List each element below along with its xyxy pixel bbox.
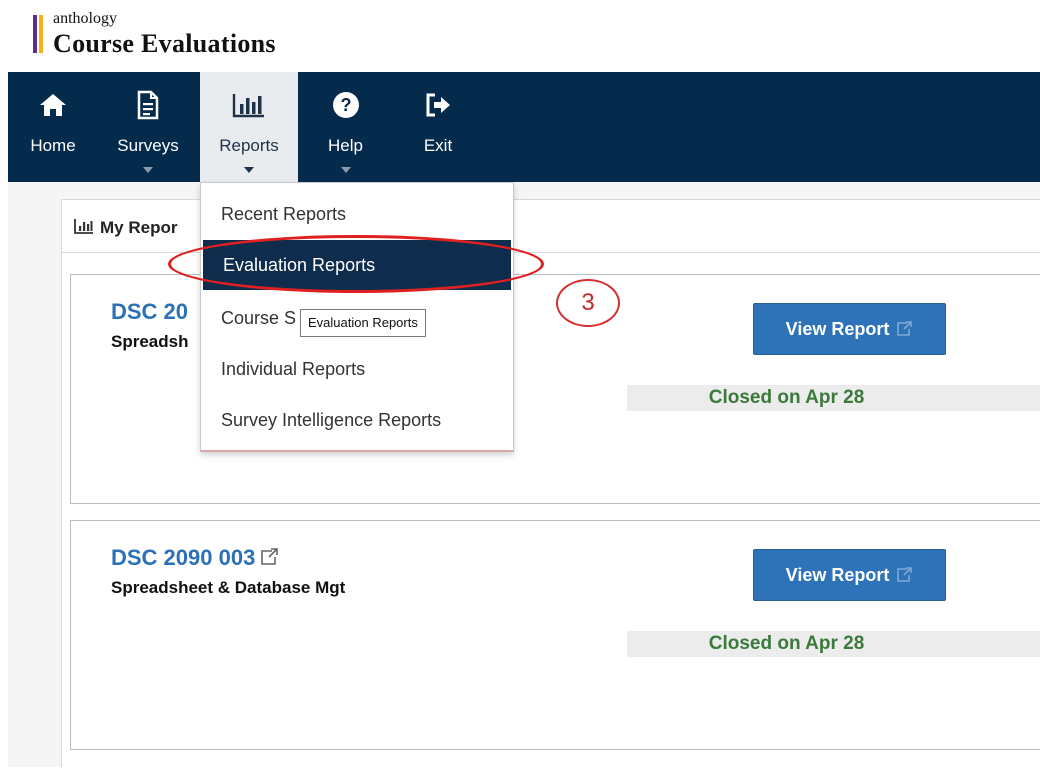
external-link-icon [259, 546, 279, 572]
course-code-text: DSC 20 [111, 299, 189, 324]
course-name: Spreadsheet & Database Mgt [111, 578, 346, 597]
course-code-link[interactable]: DSC 20 [111, 299, 188, 325]
content-area: My Repor DSC 20 Spreadsh View Report Clo… [8, 182, 1040, 768]
external-link-icon [895, 321, 913, 337]
chevron-down-icon [340, 167, 351, 173]
menu-item-recent-reports[interactable]: Recent Reports [201, 189, 513, 239]
menu-item-evaluation-reports[interactable]: Evaluation Reports [203, 240, 511, 290]
external-link-icon [895, 567, 913, 583]
nav-home-label: Home [30, 136, 76, 155]
bar-chart-icon [200, 90, 298, 120]
nav-surveys[interactable]: Surveys [98, 72, 198, 182]
brand-company: anthology [53, 10, 117, 27]
home-icon [8, 90, 98, 120]
panel-title: My Repor [100, 218, 178, 237]
view-report-button[interactable]: View Report [753, 549, 946, 601]
course-name: Spreadsh [111, 332, 189, 351]
main-nav: Home Surveys Reports ? Help Exit [8, 72, 1040, 182]
exit-icon [393, 90, 483, 120]
status-text: Closed on Apr 28 [708, 387, 865, 408]
nav-home[interactable]: Home [8, 72, 98, 182]
brand-logo [33, 15, 45, 53]
menu-item-individual-reports[interactable]: Individual Reports [201, 344, 513, 394]
nav-help[interactable]: ? Help [298, 72, 393, 182]
chevron-down-icon [143, 167, 153, 173]
course-code-text: DSC 2090 003 [111, 545, 256, 570]
nav-reports[interactable]: Reports [200, 72, 298, 182]
question-circle-icon: ? [298, 90, 393, 120]
nav-exit-label: Exit [423, 136, 453, 155]
brand-header: anthology Course Evaluations [0, 0, 1040, 72]
brand-title: Course Evaluations [53, 29, 276, 58]
course-code-link[interactable]: DSC 2090 003 [111, 545, 279, 572]
course-card: DSC 2090 003 Spreadsheet & Database Mgt … [70, 520, 1040, 750]
status-text: Closed on Apr 28 [708, 633, 865, 654]
view-report-label: View Report [785, 318, 890, 339]
svg-text:?: ? [340, 95, 351, 115]
view-report-button[interactable]: View Report [753, 303, 946, 355]
status-bar: Closed on Apr 28 [627, 385, 1040, 411]
menu-item-survey-intelligence-reports[interactable]: Survey Intelligence Reports [201, 395, 513, 445]
document-icon [98, 90, 198, 120]
tooltip: Evaluation Reports [300, 309, 426, 337]
step-number-badge: 3 [556, 279, 620, 327]
bar-chart-icon [74, 218, 94, 239]
nav-reports-label: Reports [219, 136, 279, 155]
nav-surveys-label: Surveys [117, 136, 179, 155]
nav-help-label: Help [328, 136, 363, 155]
nav-exit[interactable]: Exit [393, 72, 483, 182]
view-report-label: View Report [785, 564, 890, 585]
chevron-down-icon [244, 167, 254, 173]
step-number: 3 [581, 289, 595, 316]
status-bar: Closed on Apr 28 [627, 631, 1040, 657]
